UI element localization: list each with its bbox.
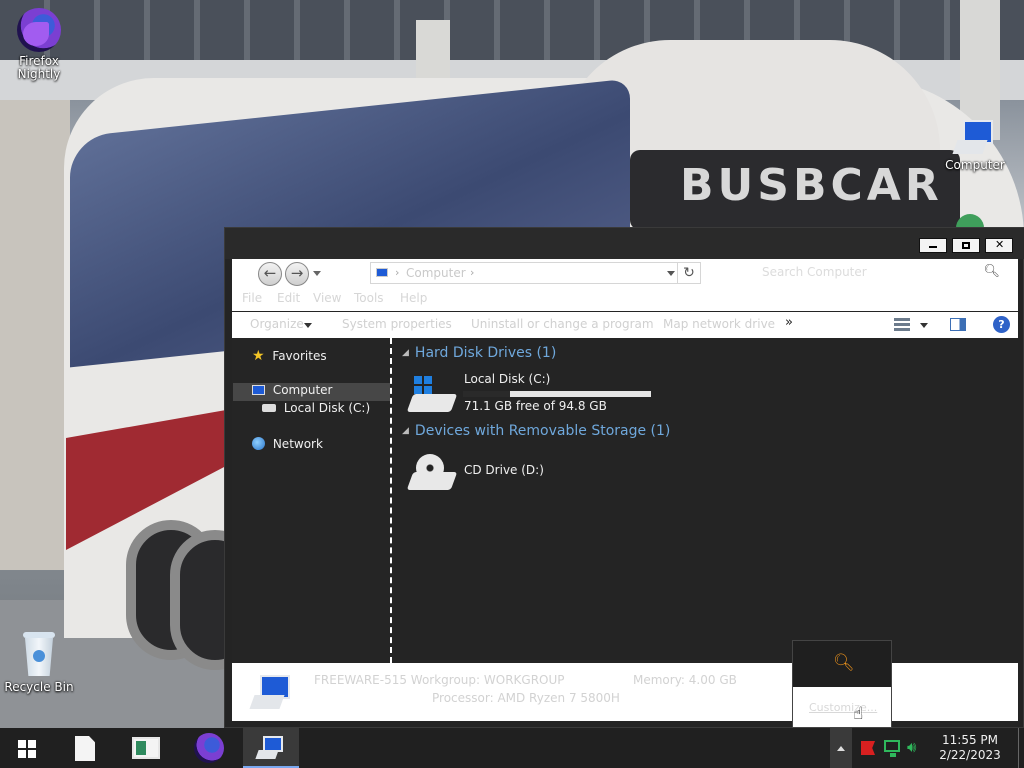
computer-icon	[252, 385, 265, 395]
address-bar[interactable]: › Computer ›	[370, 262, 701, 284]
menu-edit[interactable]: Edit	[277, 291, 300, 305]
details-pane: FREEWARE-515 Workgroup: WORKGROUP Memory…	[232, 663, 1018, 721]
menu-help[interactable]: Help	[400, 291, 427, 305]
chevron-right-icon: ›	[395, 266, 400, 279]
navigation-pane: ★ Favorites Computer Local Disk (C:) Net…	[232, 338, 390, 663]
desktop-icon-label: Firefox Nightly	[17, 54, 61, 81]
windows-drive-icon	[406, 376, 458, 416]
uninstall-program-button[interactable]: Uninstall or change a program	[471, 317, 654, 331]
workgroup-text: FREEWARE-515 Workgroup: WORKGROUP	[314, 673, 565, 687]
menu-tools[interactable]: Tools	[354, 291, 384, 305]
breadcrumb-computer[interactable]: Computer	[406, 266, 466, 280]
action-center-flag-icon[interactable]	[861, 741, 875, 755]
desktop-icon-label: Computer	[945, 158, 1005, 172]
recent-locations-dropdown[interactable]	[313, 271, 321, 276]
clock-date: 2/22/2023	[939, 748, 1001, 762]
chevron-right-icon[interactable]: ›	[470, 266, 474, 279]
taskbar: 🔊︎ 11:55 PM 2/22/2023	[0, 728, 1024, 768]
chevron-down-icon[interactable]	[304, 323, 312, 328]
computer-icon	[255, 736, 285, 760]
nav-item-computer[interactable]: Computer	[233, 383, 390, 401]
nav-item-label: Favorites	[272, 349, 327, 363]
firefox-nightly-icon	[17, 8, 61, 52]
windows-logo-icon	[18, 740, 36, 758]
search-flyout: 🔍︎ Customize...	[792, 640, 892, 728]
memory-text: Memory: 4.00 GB	[633, 673, 737, 687]
taskbar-editor[interactable]	[119, 728, 175, 768]
start-button[interactable]	[0, 728, 56, 768]
taskbar-notepad[interactable]	[57, 728, 113, 768]
group-header-removable-storage[interactable]: ◢ Devices with Removable Storage (1)	[402, 423, 670, 439]
customize-link[interactable]: Customize...	[809, 701, 877, 714]
clock[interactable]: 11:55 PM 2/22/2023	[928, 733, 1012, 763]
firefox-nightly-icon	[194, 733, 224, 763]
network-status-icon[interactable]	[884, 740, 900, 757]
nav-item-label: Network	[272, 437, 323, 451]
disk-drive-icon	[262, 404, 276, 412]
drive-free-space: 71.1 GB free of 94.8 GB	[464, 399, 607, 413]
search-flyout-header: 🔍︎	[793, 641, 891, 687]
system-properties-button[interactable]: System properties	[342, 317, 452, 331]
drive-usage-bar	[463, 391, 651, 397]
nav-item-label: Computer	[272, 383, 333, 397]
chevron-down-icon[interactable]	[667, 271, 675, 276]
show-desktop-button[interactable]	[1018, 728, 1019, 768]
collapse-icon: ◢	[402, 426, 409, 436]
more-commands-button[interactable]: »	[785, 315, 793, 330]
document-icon	[75, 736, 95, 761]
nav-item-favorites[interactable]: ★ Favorites	[252, 348, 327, 366]
processor-text: Processor: AMD Ryzen 7 5800H	[432, 691, 620, 705]
computer-icon	[376, 268, 388, 277]
computer-icon	[952, 120, 995, 156]
group-header-hard-disk-drives[interactable]: ◢ Hard Disk Drives (1)	[402, 345, 556, 361]
map-network-drive-button[interactable]: Map network drive	[663, 317, 775, 331]
navigation-bar: ← → › Computer › ↻ Search Computer 🔍︎ Fi…	[232, 259, 1018, 311]
nav-item-label: Local Disk (C:)	[283, 401, 371, 415]
volume-icon[interactable]: 🔊︎	[907, 738, 916, 756]
cd-drive-icon	[406, 454, 458, 494]
collapse-icon: ◢	[402, 348, 409, 358]
back-arrow-icon[interactable]: ←	[258, 262, 282, 286]
forward-arrow-icon[interactable]: →	[285, 262, 309, 286]
desktop-icon-computer[interactable]: Computer	[937, 120, 1013, 172]
maximize-button[interactable]	[952, 238, 980, 253]
command-toolbar: Organize System properties Uninstall or …	[232, 312, 1018, 338]
file-list: ◢ Hard Disk Drives (1) Local Disk (C:) 71…	[392, 338, 1018, 663]
title-bar[interactable]	[225, 228, 1024, 259]
minimize-button[interactable]	[919, 238, 947, 253]
menu-view[interactable]: View	[313, 291, 341, 305]
drive-name: Local Disk (C:)	[464, 372, 551, 386]
hand-cursor-icon: ☝	[853, 704, 864, 724]
network-icon	[252, 437, 265, 450]
desktop-icon-firefox-nightly[interactable]: Firefox Nightly	[1, 8, 77, 81]
help-icon[interactable]: ?	[993, 316, 1010, 333]
nav-item-local-disk[interactable]: Local Disk (C:)	[262, 401, 370, 419]
explorer-window: ← → › Computer › ↻ Search Computer 🔍︎ Fi…	[224, 227, 1024, 728]
computer-icon	[249, 675, 292, 711]
recycle-bin-icon	[21, 632, 57, 678]
clock-time: 11:55 PM	[942, 733, 998, 747]
search-placeholder: Search Computer	[762, 265, 867, 279]
search-input[interactable]: Search Computer 🔍︎	[758, 262, 1008, 284]
star-icon: ★	[252, 348, 265, 364]
taskbar-firefox-nightly[interactable]	[181, 728, 237, 768]
desktop-icon-recycle-bin[interactable]: Recycle Bin	[1, 632, 77, 694]
preview-pane-icon[interactable]	[950, 318, 966, 331]
organize-button[interactable]: Organize	[250, 317, 304, 331]
search-icon: 🔍︎	[833, 653, 855, 673]
editor-icon	[132, 737, 160, 759]
refresh-button[interactable]: ↻	[677, 262, 701, 284]
desktop-icon-label: Recycle Bin	[4, 680, 74, 694]
menu-file[interactable]: File	[242, 291, 262, 305]
chevron-down-icon[interactable]	[920, 323, 928, 328]
change-view-icon[interactable]	[894, 318, 910, 331]
search-icon[interactable]: 🔍︎	[983, 264, 1000, 279]
taskbar-computer-explorer[interactable]	[243, 728, 299, 768]
show-hidden-icons-button[interactable]	[830, 728, 852, 768]
nav-item-network[interactable]: Network	[252, 437, 323, 455]
close-button[interactable]	[985, 238, 1013, 253]
drive-name: CD Drive (D:)	[464, 463, 544, 477]
